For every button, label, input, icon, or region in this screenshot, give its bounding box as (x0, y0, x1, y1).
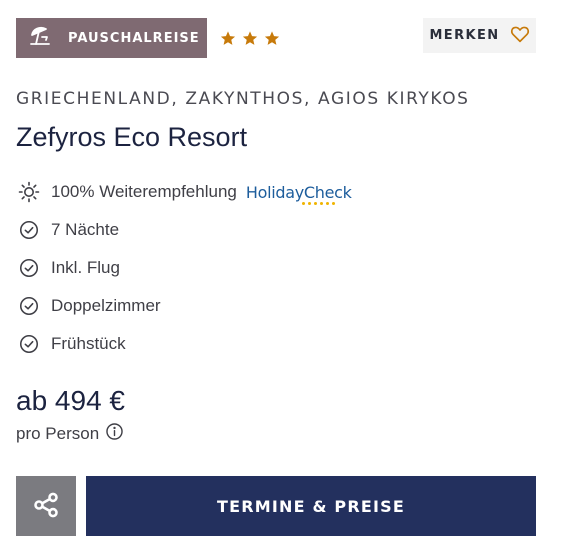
recommendation-row: 100% Weiterempfehlung HolidayCheck (16, 173, 536, 211)
feature-item: Frühstück (16, 325, 536, 363)
feature-item: 7 Nächte (16, 211, 536, 249)
bookmark-label: MERKEN (429, 28, 500, 43)
heart-outline-icon (510, 25, 530, 46)
share-button[interactable] (16, 476, 76, 536)
price: ab 494 € (16, 385, 125, 416)
travel-type-label: PAUSCHALREISE (68, 30, 200, 46)
feature-item: Inkl. Flug (16, 249, 536, 287)
feature-label: 7 Nächte (51, 220, 120, 239)
beach-umbrella-icon (28, 24, 52, 53)
hotel-name: Zefyros Eco Resort (16, 122, 248, 152)
star-icon (264, 31, 280, 45)
travel-type-badge: PAUSCHALREISE (16, 18, 207, 58)
holidaycheck-label: HolidayCheck (245, 182, 352, 202)
share-icon (32, 491, 60, 522)
price-basis-label: pro Person (16, 424, 100, 443)
dates-and-prices-button[interactable]: TERMINE & PREISE (86, 476, 536, 536)
holidaycheck-logo[interactable]: HolidayCheck (245, 182, 352, 205)
location-breadcrumb: GRIECHENLAND, ZAKYNTHOS, AGIOS KIRYKOS (16, 89, 470, 109)
dates-and-prices-label: TERMINE & PREISE (216, 496, 406, 516)
bookmark-button[interactable]: MERKEN (423, 18, 536, 53)
feature-item: Doppelzimmer (16, 287, 536, 325)
info-icon[interactable] (105, 422, 124, 446)
check-circle-icon (16, 255, 42, 281)
feature-list: 100% Weiterempfehlung HolidayCheck 7 Näc… (16, 173, 536, 363)
rating-dots (301, 201, 335, 205)
recommendation-text: 100% Weiterempfehlung (51, 182, 237, 201)
star-rating (219, 30, 281, 47)
feature-label: Doppelzimmer (51, 296, 161, 315)
price-basis: pro Person (16, 422, 124, 446)
check-circle-icon (16, 217, 42, 243)
check-circle-icon (16, 293, 42, 319)
check-circle-icon (16, 331, 42, 357)
sun-icon (16, 179, 42, 205)
feature-label: Inkl. Flug (51, 258, 120, 277)
star-icon (220, 31, 236, 45)
feature-label: Frühstück (51, 334, 126, 353)
star-icon (242, 31, 258, 45)
